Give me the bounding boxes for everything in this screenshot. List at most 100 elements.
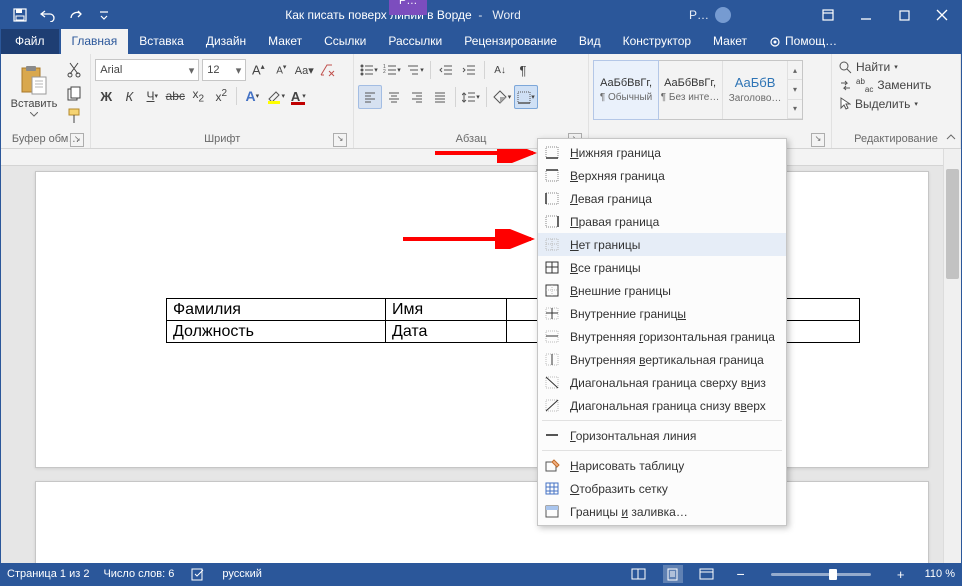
bold-icon[interactable]: Ж [95,85,117,107]
redo-icon[interactable] [63,3,89,27]
italic-icon[interactable]: К [118,85,140,107]
horizontal-ruler[interactable] [1,149,961,166]
dialog-launcher-icon[interactable]: ↘ [811,133,825,147]
font-name-combo[interactable]: Arial▾ [95,59,199,81]
change-case-icon[interactable]: Aa▾ [293,59,315,81]
shading-icon[interactable]: ▾ [491,86,513,108]
view-read-icon[interactable] [629,565,649,583]
mi-view-gridlines[interactable]: Отобразить сетку [538,477,786,500]
copy-icon[interactable] [63,82,85,104]
minimize-icon[interactable] [847,1,885,29]
paste-button[interactable]: Вставить [5,57,63,123]
cut-icon[interactable] [63,59,85,81]
mi-border-bottom[interactable]: Нижняя граница [538,141,786,164]
mi-border-top[interactable]: Верхняя граница [538,164,786,187]
highlight-icon[interactable]: ▾ [264,85,286,107]
style-heading1[interactable]: АаБбВЗаголово… [723,61,788,119]
outdent-icon[interactable] [435,59,457,81]
mi-border-diag-down[interactable]: Диагональная граница сверху вниз [538,371,786,394]
zoom-slider[interactable] [771,573,871,576]
zoom-level[interactable]: 110 % [925,568,955,580]
chevron-up-icon[interactable]: ▴ [788,61,802,80]
styles-gallery[interactable]: АаБбВвГг,¶ Обычный АаБбВвГг,¶ Без инте… … [593,60,803,120]
collapse-ribbon-icon[interactable] [945,132,957,144]
align-left-icon[interactable] [358,85,382,109]
clear-format-icon[interactable] [316,59,338,81]
multilevel-icon[interactable]: ▾ [404,59,426,81]
tab-home[interactable]: Главная [61,29,129,54]
status-word-count[interactable]: Число слов: 6 [103,568,174,580]
subscript-icon[interactable]: x2 [187,85,209,107]
table-cell[interactable]: Должность [167,321,386,343]
view-print-icon[interactable] [663,565,683,583]
align-center-icon[interactable] [383,86,405,108]
tab-layout[interactable]: Макет [257,29,313,54]
tab-insert[interactable]: Вставка [128,29,195,54]
table-cell[interactable]: Дата [386,321,507,343]
numbering-icon[interactable]: 12▾ [381,59,403,81]
undo-icon[interactable] [35,3,61,27]
tab-table-design[interactable]: Конструктор [612,29,702,54]
format-painter-icon[interactable] [63,105,85,127]
table-cell[interactable]: Фамилия [167,299,386,321]
mi-border-none[interactable]: Нет границы [538,233,786,256]
select-button[interactable]: Выделить▾ [836,96,921,112]
maximize-icon[interactable] [885,1,923,29]
underline-icon[interactable]: Ч▾ [141,85,163,107]
bullets-icon[interactable]: ▾ [358,59,380,81]
find-button[interactable]: Найти▾ [836,59,901,75]
ribbon-options-icon[interactable] [809,1,847,29]
mi-border-all[interactable]: Все границы [538,256,786,279]
borders-button[interactable]: ▾ [514,85,538,109]
zoom-out-icon[interactable]: − [731,565,751,583]
shrink-font-icon[interactable]: A▾ [270,59,292,81]
mi-border-right[interactable]: Правая граница [538,210,786,233]
sort-icon[interactable]: A↓ [489,59,511,81]
view-web-icon[interactable] [697,565,717,583]
strike-icon[interactable]: abc [164,85,186,107]
tab-review[interactable]: Рецензирование [453,29,568,54]
mi-border-outside[interactable]: Внешние границы [538,279,786,302]
font-size-combo[interactable]: 12▾ [202,59,246,81]
mi-draw-table[interactable]: Нарисовать таблицу [538,454,786,477]
account-area[interactable]: Р… [689,7,809,23]
indent-icon[interactable] [458,59,480,81]
save-icon[interactable] [7,3,33,27]
tab-references[interactable]: Ссылки [313,29,377,54]
page-2[interactable] [35,481,929,563]
close-icon[interactable] [923,1,961,29]
tab-design[interactable]: Дизайн [195,29,257,54]
font-color-icon[interactable]: A▾ [287,85,309,107]
dialog-launcher-icon[interactable]: ↘ [333,133,347,147]
grow-font-icon[interactable]: A▴ [247,59,269,81]
qat-customize-icon[interactable] [91,3,117,27]
scrollbar-thumb[interactable] [946,169,959,279]
chevron-down-icon[interactable]: ▾ [185,64,195,77]
mi-horizontal-line[interactable]: Горизонтальная линия [538,424,786,447]
style-no-spacing[interactable]: АаБбВвГг,¶ Без инте… [658,61,723,119]
tab-table-layout[interactable]: Макет [702,29,758,54]
mi-border-diag-up[interactable]: Диагональная граница снизу вверх [538,394,786,417]
chevron-down-icon[interactable]: ▾ [788,80,802,99]
tab-file[interactable]: Файл [1,29,59,54]
style-normal[interactable]: АаБбВвГг,¶ Обычный [593,60,659,120]
dialog-launcher-icon[interactable]: ↘ [70,133,84,147]
status-page[interactable]: Страница 1 из 2 [7,568,89,580]
spellcheck-icon[interactable] [188,565,208,583]
line-spacing-icon[interactable]: ▾ [460,86,482,108]
justify-icon[interactable] [429,86,451,108]
replace-button[interactable]: abacЗаменить [836,76,934,95]
tell-me[interactable]: Помощ… [758,29,848,54]
expand-icon[interactable]: ▾ [788,100,802,119]
table-cell[interactable]: Имя [386,299,507,321]
mi-borders-shading[interactable]: Границы и заливка… [538,500,786,523]
text-effects-icon[interactable]: A▾ [241,85,263,107]
mi-border-inside-v[interactable]: Внутренняя вертикальная граница [538,348,786,371]
page-1[interactable]: Фамилия Имя Должность Дата [35,171,929,468]
zoom-slider-thumb[interactable] [829,569,837,580]
vertical-scrollbar[interactable] [943,149,961,563]
styles-more[interactable]: ▴▾▾ [788,61,802,119]
mi-border-inside[interactable]: Внутренние границы [538,302,786,325]
superscript-icon[interactable]: x2 [210,85,232,107]
zoom-in-icon[interactable]: + [891,565,911,583]
